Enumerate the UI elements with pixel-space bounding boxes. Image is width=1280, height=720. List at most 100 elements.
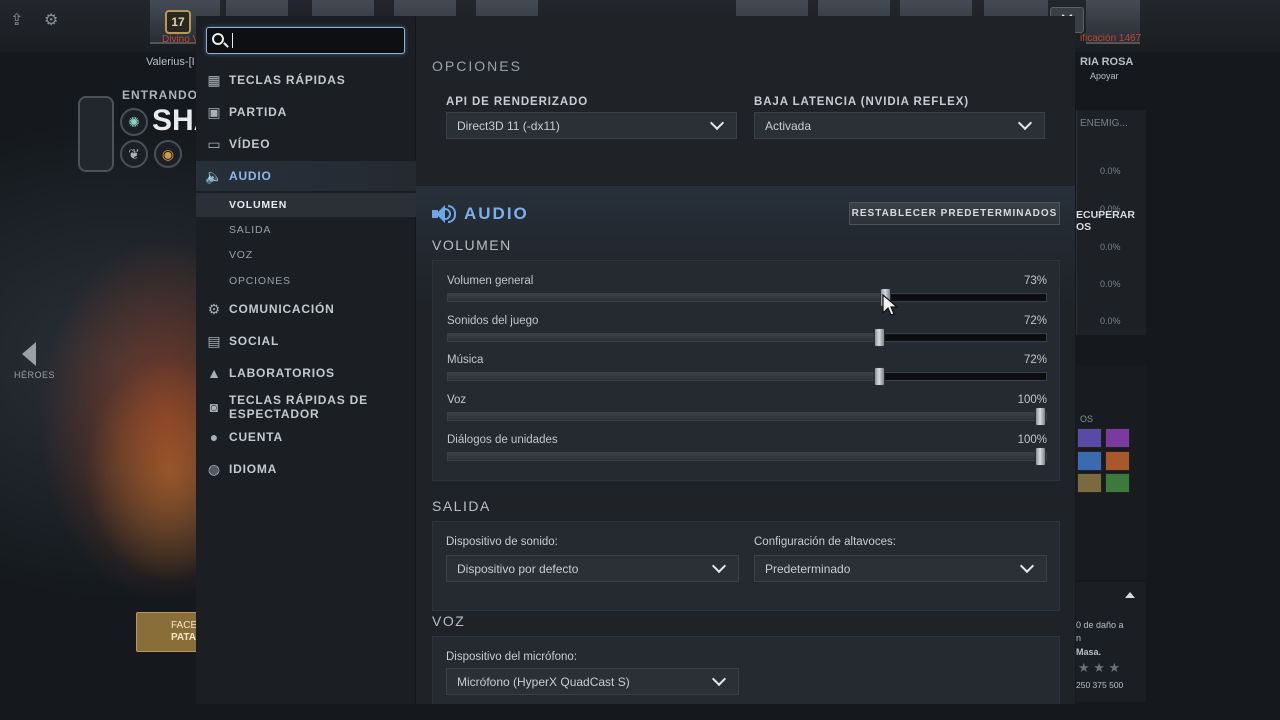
slider-fill — [448, 413, 1046, 420]
slider-track[interactable] — [447, 407, 1047, 426]
low-latency-value: Activada — [765, 118, 812, 133]
slider-value: 100% — [1017, 434, 1047, 446]
low-latency-dropdown[interactable]: Activada — [754, 112, 1045, 139]
render-api-dropdown[interactable]: Direct3D 11 (-dx11) — [446, 112, 737, 139]
options-section-title: OPCIONES — [432, 58, 522, 74]
search-box[interactable] — [206, 27, 405, 54]
pct-value: 0.0% — [1100, 242, 1121, 252]
sidebar-subitem-volume[interactable]: VOLUMEN — [196, 193, 416, 217]
sidebar-item-label: IDIOMA — [229, 462, 278, 476]
item-icon[interactable] — [1077, 451, 1102, 471]
search-icon — [212, 33, 224, 45]
ability-text: Masa. — [1076, 647, 1102, 657]
monitor-icon: ▭ — [207, 135, 221, 152]
slider-fill — [448, 334, 879, 341]
slider-thumb[interactable] — [1035, 447, 1046, 466]
settings-sidebar: ▦ TECLAS RÁPIDAS ▣ PARTIDA ▭ VÍDEO 🔈 AUD… — [196, 16, 416, 704]
sidebar-item-label: SOCIAL — [229, 334, 280, 348]
speaker-config-dropdown[interactable]: Predeterminado — [754, 555, 1047, 582]
sidebar-subitem-voice[interactable]: VOZ — [196, 243, 416, 267]
camera-icon: ◙ — [209, 399, 219, 415]
globe-icon: ◍ — [207, 460, 221, 477]
enemy-name: RIA ROSA — [1080, 56, 1134, 68]
slider-thumb[interactable] — [1035, 407, 1046, 426]
sidebar-item-hotkeys[interactable]: ▦ TECLAS RÁPIDAS — [196, 65, 416, 95]
enemy-rank: ificación 1467 — [1080, 33, 1142, 44]
speaker-icon: 🔈 — [205, 167, 223, 184]
pct-value: 0.0% — [1100, 316, 1121, 326]
output-section-title: SALIDA — [432, 498, 491, 514]
recover-label-2[interactable]: OS — [1076, 221, 1091, 233]
slider-track[interactable] — [447, 328, 1047, 347]
gear-icon[interactable]: ⚙ — [44, 10, 58, 30]
sidebar-subitem-label: VOZ — [229, 249, 253, 261]
audio-section-title: AUDIO — [464, 204, 529, 223]
sidebar-item-social[interactable]: ▤ SOCIAL — [196, 326, 416, 356]
slider-label: Sonidos del juego — [447, 315, 539, 327]
audio-section-header: AUDIO — [432, 204, 529, 224]
flask-icon: ▲ — [207, 365, 221, 381]
speaker-config-label: Configuración de altavoces: — [754, 536, 896, 548]
sidebar-subitem-label: OPCIONES — [229, 275, 291, 287]
sidebar-item-spectator-hotkeys[interactable]: ◙ TECLAS RÁPIDAS DE ESPECTADOR — [196, 390, 416, 424]
talent-tree-icon[interactable]: ❦ — [120, 140, 148, 168]
grid-icon: ▦ — [207, 71, 221, 88]
slider-thumb[interactable] — [874, 367, 885, 386]
render-api-label: API DE RENDERIZADO — [446, 96, 589, 108]
item-icon[interactable] — [1105, 473, 1130, 493]
slider-track[interactable] — [447, 447, 1047, 466]
reset-defaults-button[interactable]: RESTABLECER PREDETERMINADOS — [849, 202, 1060, 225]
ability-numbers: 250 375 500 — [1076, 680, 1124, 690]
mic-device-dropdown[interactable]: Micrófono (HyperX QuadCast S) — [446, 668, 739, 695]
sidebar-item-label: COMUNICACIÓN — [229, 302, 335, 316]
sidebar-item-communication[interactable]: ⚙ COMUNICACIÓN — [196, 294, 416, 324]
slider-voice: Voz 100% — [447, 394, 1047, 426]
collapse-up-icon[interactable] — [1125, 592, 1135, 598]
slider-track[interactable] — [447, 288, 1047, 307]
facet-icon[interactable]: ◉ — [154, 140, 182, 168]
chevron-down-icon — [1017, 115, 1033, 131]
recover-label[interactable]: ECUPERAR — [1076, 209, 1135, 221]
settings-content: OPCIONES API DE RENDERIZADO Direct3D 11 … — [416, 16, 1075, 704]
output-panel: Dispositivo de sonido: Dispositivo por d… — [432, 521, 1060, 611]
sidebar-subitem-output[interactable]: SALIDA — [196, 218, 416, 242]
sidebar-item-video[interactable]: ▭ VÍDEO — [196, 129, 416, 159]
sound-device-dropdown[interactable]: Dispositivo por defecto — [446, 555, 739, 582]
low-latency-label: BAJA LATENCIA (NVIDIA REFLEX) — [754, 96, 969, 108]
sidebar-item-language[interactable]: ◍ IDIOMA — [196, 454, 416, 484]
sidebar-subitem-label: SALIDA — [229, 224, 272, 236]
slider-fill — [448, 294, 885, 301]
speaker-config-value: Predeterminado — [765, 561, 851, 576]
facet-label-2: PATA — [171, 632, 196, 643]
sidebar-subitem-options[interactable]: OPCIONES — [196, 269, 416, 293]
item-icon[interactable] — [1077, 428, 1102, 448]
slider-label: Voz — [447, 394, 467, 406]
sidebar-item-match[interactable]: ▣ PARTIDA — [196, 97, 416, 127]
match-icon: ▣ — [207, 103, 221, 120]
sidebar-item-label: LABORATORIOS — [229, 366, 335, 380]
item-icon[interactable] — [1105, 451, 1130, 471]
sidebar-item-account[interactable]: ● CUENTA — [196, 422, 416, 452]
sidebar-item-audio[interactable]: 🔈 AUDIO — [196, 161, 416, 191]
item-icon[interactable] — [1077, 473, 1102, 493]
ability-text: n — [1076, 633, 1082, 643]
sidebar-item-label: TECLAS RÁPIDAS DE ESPECTADOR — [229, 393, 368, 421]
slider-label: Volumen general — [447, 275, 534, 287]
slider-label: Música — [447, 354, 484, 366]
slider-thumb[interactable] — [874, 328, 885, 347]
support-label[interactable]: Apoyar — [1090, 71, 1119, 81]
sound-device-value: Dispositivo por defecto — [457, 561, 579, 576]
heroes-label[interactable]: HÉROES — [14, 370, 55, 380]
upload-icon[interactable]: ⇪ — [10, 10, 23, 30]
chat-icon: ▤ — [207, 332, 221, 349]
sidebar-item-labs[interactable]: ▲ LABORATORIOS — [196, 358, 416, 388]
sidebar-item-label: AUDIO — [229, 169, 272, 183]
sidebar-item-label: PARTIDA — [229, 105, 288, 119]
voice-panel: Dispositivo del micrófono: Micrófono (Hy… — [432, 636, 1060, 704]
search-input[interactable] — [231, 30, 399, 51]
slider-track[interactable] — [447, 367, 1047, 386]
item-icon[interactable] — [1105, 428, 1130, 448]
sidebar-item-label: VÍDEO — [229, 137, 271, 151]
heroes-back-arrow-icon[interactable] — [22, 342, 36, 366]
facet-button[interactable]: FACE PATA — [136, 612, 198, 652]
